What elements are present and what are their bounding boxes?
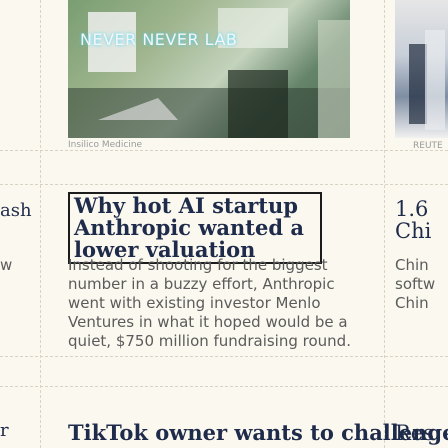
- lab-neon-sign: NEVER NEVER LAB: [80, 30, 238, 49]
- article-summary: Instead of shooting for the biggest numb…: [68, 256, 351, 350]
- right-article-image[interactable]: [395, 0, 448, 138]
- row-divider-bottom: [0, 386, 448, 387]
- left-card-title-fragment: ash: [0, 200, 32, 221]
- article-headline[interactable]: Why hot AI startup Anthropic wanted a lo…: [68, 192, 322, 264]
- right-card-title[interactable]: 1.6 Chi: [395, 198, 448, 242]
- right-next-headline[interactable]: Res: [395, 422, 434, 444]
- row-divider-middle: [0, 184, 448, 185]
- article-image[interactable]: NEVER NEVER LAB: [68, 0, 350, 138]
- left-card-body-fragment: w: [0, 256, 13, 274]
- lab-photo-icon: [68, 0, 350, 138]
- column-divider-left: [40, 0, 41, 448]
- right-card-body: Chin softw Chin: [395, 256, 436, 312]
- left-card-next-fragment: r: [0, 420, 9, 441]
- next-article-headline[interactable]: TikTok owner wants to challenge: [68, 422, 448, 444]
- row-divider-lower: [0, 356, 448, 357]
- left-partial-card[interactable]: ash w r: [0, 0, 40, 448]
- column-divider-right: [384, 0, 385, 448]
- image-credit: Insilico Medicine: [68, 140, 143, 150]
- right-image-credit: REUTE: [413, 141, 443, 151]
- row-divider-top: [0, 150, 448, 151]
- right-photo-icon: [409, 30, 445, 130]
